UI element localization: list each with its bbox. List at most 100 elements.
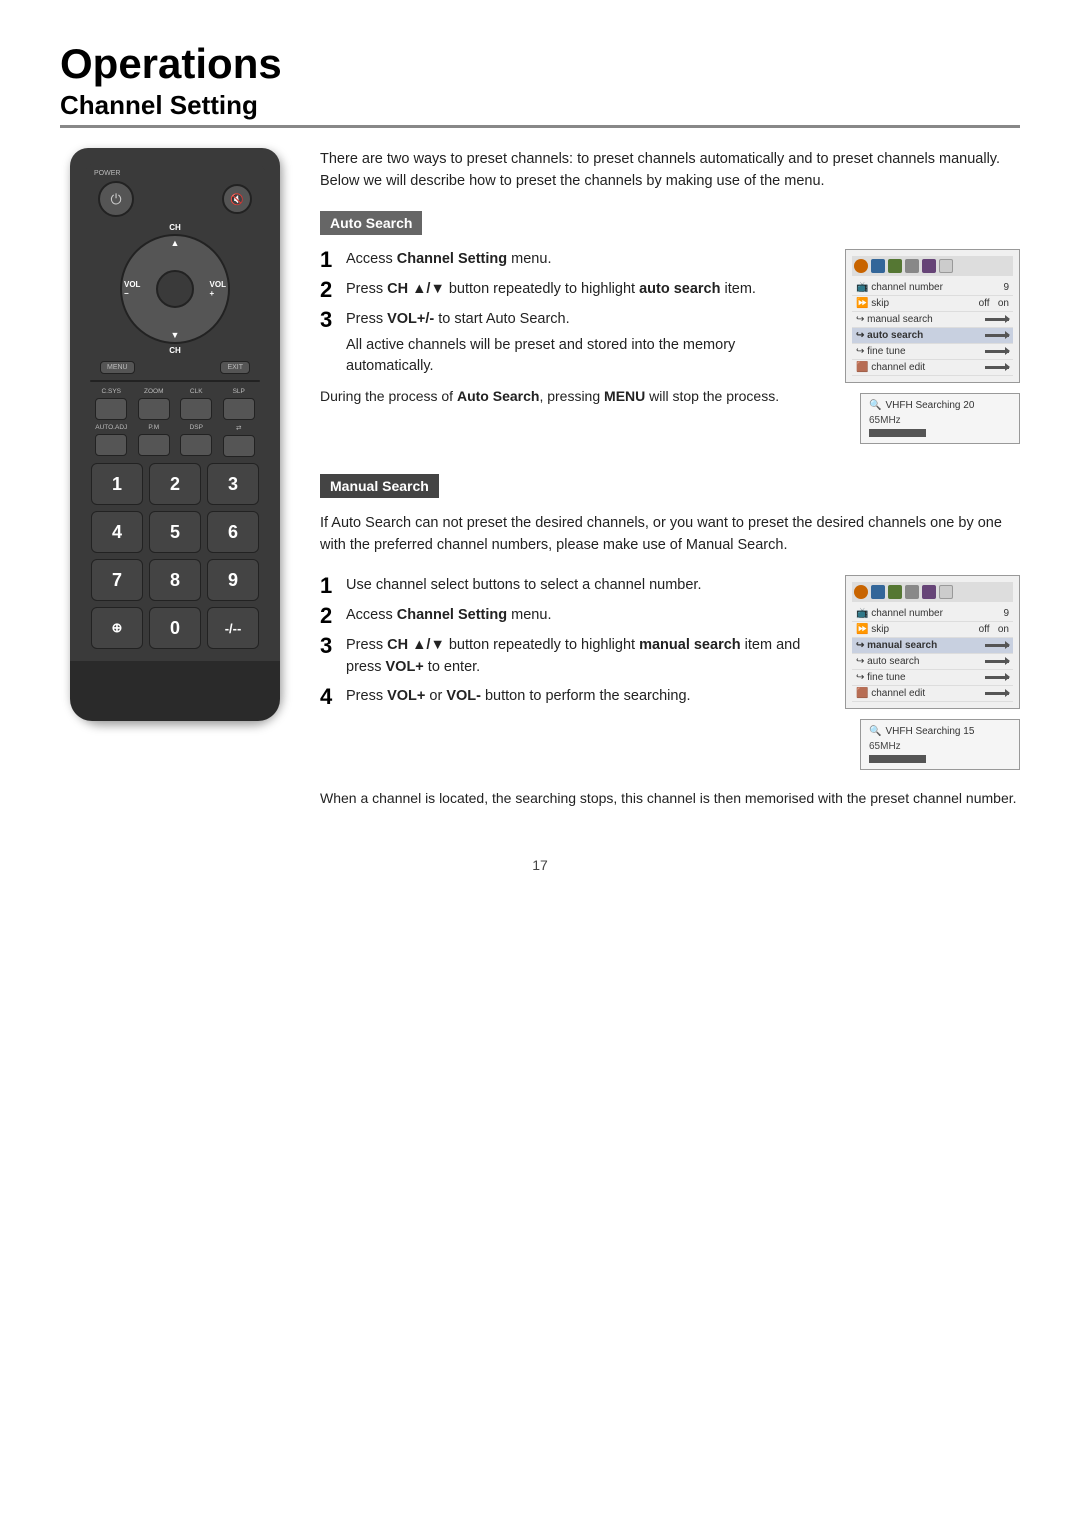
clk-label: CLK [190, 388, 203, 395]
auto-step-2-text: Press CH ▲/▼ button repeatedly to highli… [346, 279, 756, 301]
arrow-manual-2 [985, 644, 1009, 647]
screen-2-row-fine: ↪ fine tune [852, 670, 1013, 686]
dsp-button[interactable] [180, 434, 212, 456]
dpad-left-button[interactable]: VOL− [124, 280, 140, 298]
auto-step-1-text: Access Channel Setting menu. [346, 249, 551, 271]
manual-search-screens: 📺 channel number 9 ⏩ skip off on ↪ manua… [840, 575, 1020, 780]
autoadj-group: AUTO.ADJ [95, 424, 127, 457]
manual-step-3-text: Press CH ▲/▼ button repeatedly to highli… [346, 635, 820, 679]
auto-step-1-num: 1 [320, 249, 338, 271]
dpad-right-button[interactable]: VOL+ [210, 280, 226, 298]
screen-2-icon-4 [905, 585, 919, 599]
pm-button[interactable] [138, 434, 170, 456]
searching-1-freq: 65MHz [869, 415, 1011, 426]
key-6-button[interactable]: 6 [207, 511, 259, 553]
arrow-manual-1 [985, 318, 1009, 321]
key-9-button[interactable]: 9 [207, 559, 259, 601]
auto-step-2-num: 2 [320, 279, 338, 301]
keypad: 1 2 3 4 5 6 7 8 9 ⊕ 0 -/-- [90, 463, 260, 649]
key-1-button[interactable]: 1 [91, 463, 143, 505]
pm-group: P.M [138, 424, 170, 457]
key-0-button[interactable]: 0 [149, 607, 201, 649]
screen-2-icon-5 [922, 585, 936, 599]
auto-search-note: During the process of Auto Search, press… [320, 386, 820, 407]
screen-2-row-auto: ↪ auto search [852, 654, 1013, 670]
auto-search-screens: 📺 channel number 9 ⏩ skip off on ↪ manua… [840, 249, 1020, 454]
autoadj-button[interactable] [95, 434, 127, 456]
dsp-label: DSP [190, 424, 203, 431]
screen-2-row-edit: 🟫 channel edit [852, 686, 1013, 702]
key-dash-button[interactable]: -/-- [207, 607, 259, 649]
screen-1-icon-2 [871, 259, 885, 273]
csys-button[interactable] [95, 398, 127, 420]
auto-step-3-text: Press VOL+/- to start Auto Search. [346, 311, 570, 327]
dpad-down-button[interactable]: ▼ [171, 330, 180, 340]
screen-2-row-skip: ⏩ skip off on [852, 622, 1013, 638]
screen-1-icon-5 [922, 259, 936, 273]
auto-step-3-num: 3 [320, 309, 338, 331]
separator-1 [90, 380, 260, 382]
screen-1-row-fine: ↪ fine tune [852, 344, 1013, 360]
auto-search-steps: 1 Access Channel Setting menu. 2 Press C… [320, 249, 1020, 454]
exit-button[interactable]: EXIT [220, 361, 250, 374]
auto-search-header: Auto Search [320, 211, 422, 235]
clk-group: CLK [180, 388, 212, 420]
key-7-button[interactable]: 7 [91, 559, 143, 601]
section-title: Channel Setting [60, 90, 1020, 128]
arrow-edit-1 [985, 366, 1009, 369]
connect-group: ⇄ [223, 424, 255, 457]
searching-2-icon: 🔍 [869, 726, 881, 737]
small-buttons-row1: C.SYS ZOOM CLK SLP [90, 388, 260, 420]
power-button[interactable]: ⏻ [98, 181, 134, 217]
arrow-fine-2 [985, 676, 1009, 679]
screen-2-row-manual: ↪ manual search [852, 638, 1013, 654]
screen-1-row-edit: 🟫 channel edit [852, 360, 1013, 376]
arrow-edit-2 [985, 692, 1009, 695]
connect-button[interactable] [223, 435, 255, 457]
manual-step-4: 4 Press VOL+ or VOL- button to perform t… [320, 686, 820, 708]
key-8-button[interactable]: 8 [149, 559, 201, 601]
screen-1-icon-1 [854, 259, 868, 273]
page-container: Operations Channel Setting POWER ⏻ 🔇 [0, 0, 1080, 913]
auto-step-3-note1: All active channels will be preset and s… [346, 335, 820, 379]
key-2-button[interactable]: 2 [149, 463, 201, 505]
manual-search-section: Manual Search If Auto Search can not pre… [320, 474, 1020, 809]
searching-1-progress [869, 429, 926, 437]
screen-1-header [852, 256, 1013, 276]
csys-group: C.SYS [95, 388, 127, 420]
key-3-button[interactable]: 3 [207, 463, 259, 505]
pm-label: P.M [148, 424, 159, 431]
dpad-area: CH ▲ ▼ VOL− VOL+ CH [90, 223, 260, 355]
screen-2-row-channel: 📺 channel number 9 [852, 606, 1013, 622]
screen-2-icon-2 [871, 585, 885, 599]
manual-search-steps-left: 1 Use channel select buttons to select a… [320, 575, 820, 780]
slp-group: SLP [223, 388, 255, 420]
mute-button[interactable]: 🔇 [222, 184, 252, 214]
small-buttons-row2: AUTO.ADJ P.M DSP ⇄ [90, 424, 260, 457]
manual-step-1-text: Use channel select buttons to select a c… [346, 575, 701, 597]
dpad-up-button[interactable]: ▲ [171, 238, 180, 248]
screen-1-row-skip: ⏩ skip off on [852, 296, 1013, 312]
key-4-button[interactable]: 4 [91, 511, 143, 553]
searching-1-title: 🔍 VHFH Searching 20 [869, 400, 1011, 411]
key-input-button[interactable]: ⊕ [91, 607, 143, 649]
clk-button[interactable] [180, 398, 212, 420]
page-title: Operations [60, 40, 1020, 88]
screen-mockup-2: 📺 channel number 9 ⏩ skip off on ↪ manua… [845, 575, 1020, 709]
menu-exit-row: MENU EXIT [90, 361, 260, 374]
searching-2-freq: 65MHz [869, 741, 1011, 752]
key-5-button[interactable]: 5 [149, 511, 201, 553]
ch-down-label: CH [169, 346, 181, 355]
slp-button[interactable] [223, 398, 255, 420]
page-number: 17 [60, 857, 1020, 873]
searching-box-1: 🔍 VHFH Searching 20 65MHz [860, 393, 1020, 444]
menu-button[interactable]: MENU [100, 361, 135, 374]
remote-bottom [70, 661, 280, 721]
zoom-button[interactable] [138, 398, 170, 420]
screen-1-icon-4 [905, 259, 919, 273]
manual-step-2-num: 2 [320, 605, 338, 627]
manual-step-1: 1 Use channel select buttons to select a… [320, 575, 820, 597]
arrow-auto-2 [985, 660, 1009, 663]
manual-step-4-text: Press VOL+ or VOL- button to perform the… [346, 686, 691, 708]
manual-step-1-num: 1 [320, 575, 338, 597]
